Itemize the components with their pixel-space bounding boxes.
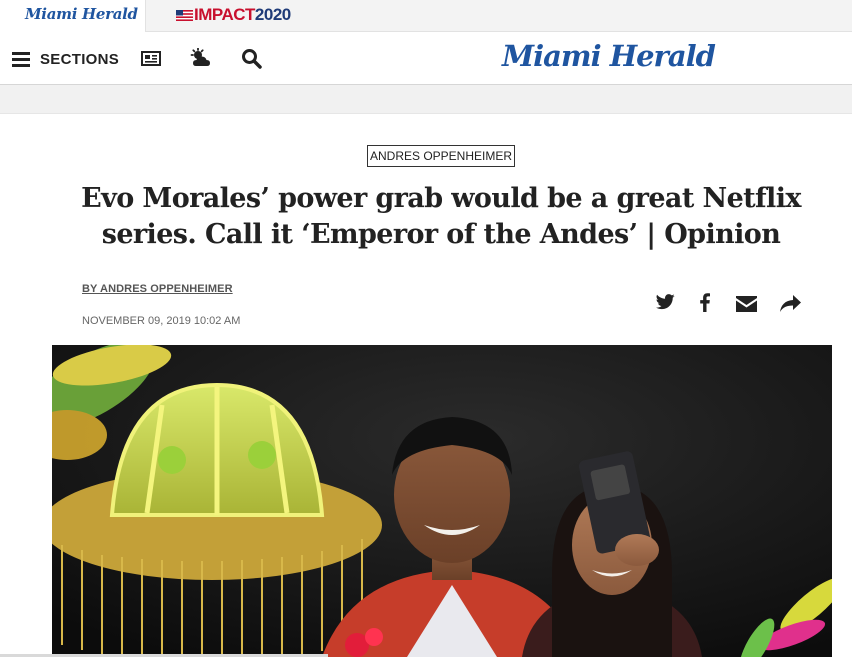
top-strip: Miami Herald IMPACT 2020 <box>0 0 852 32</box>
dateline: NOVEMBER 09, 2019 10:02 AM <box>82 315 241 327</box>
email-icon[interactable] <box>736 296 757 312</box>
e-edition-icon[interactable] <box>141 51 161 66</box>
byline[interactable]: BY ANDRES OPPENHEIMER <box>82 283 233 295</box>
miami-herald-tab[interactable]: Miami Herald <box>0 0 146 32</box>
sections-button[interactable]: SECTIONS <box>12 50 119 68</box>
impact-year: 2020 <box>254 5 291 24</box>
hero-image <box>52 345 832 657</box>
headline: Evo Morales’ power grab would be a great… <box>81 183 801 250</box>
share-icon[interactable] <box>780 295 801 312</box>
kicker-tag[interactable]: ANDRES OPPENHEIMER <box>367 145 515 167</box>
ad-band <box>0 85 852 114</box>
twitter-icon[interactable] <box>656 294 675 310</box>
hero-photo <box>52 345 832 657</box>
search-icon[interactable] <box>241 48 262 69</box>
flag-icon <box>176 9 193 21</box>
facebook-icon[interactable] <box>700 293 710 312</box>
impact-word: IMPACT <box>194 5 255 24</box>
menu-icon <box>12 51 30 67</box>
miami-herald-tab-logo: Miami Herald <box>25 5 138 23</box>
impact-2020-tab[interactable]: IMPACT 2020 <box>176 5 291 25</box>
site-header: SECTIONS Miami Herald <box>0 32 852 85</box>
miami-herald-logo[interactable]: Miami Herald <box>502 39 716 73</box>
weather-icon[interactable] <box>190 48 212 68</box>
sections-label: SECTIONS <box>40 50 120 68</box>
